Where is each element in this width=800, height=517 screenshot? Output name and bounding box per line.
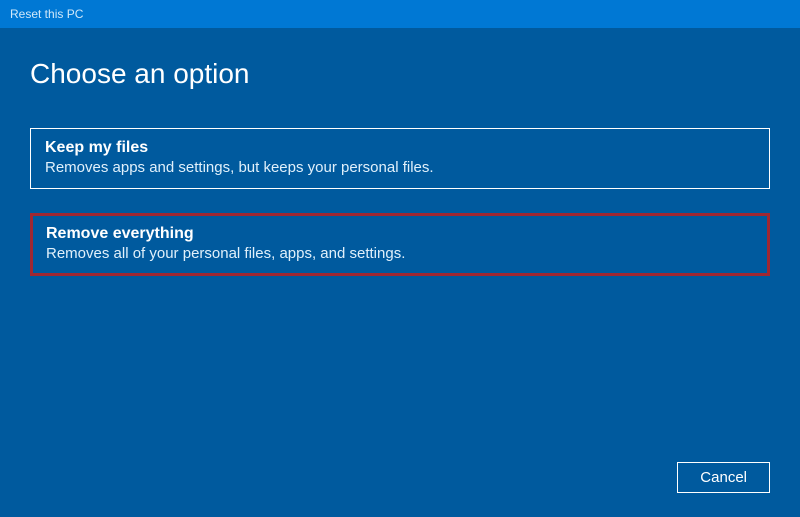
option-keep-my-files[interactable]: Keep my files Removes apps and settings,… [30,128,770,189]
cancel-button[interactable]: Cancel [677,462,770,493]
option-title: Remove everything [46,225,754,243]
option-description: Removes all of your personal files, apps… [46,245,754,262]
titlebar: Reset this PC [0,0,800,28]
footer: Cancel [677,462,770,493]
page-title: Choose an option [30,58,770,90]
option-title: Keep my files [45,139,755,157]
content-area: Choose an option Keep my files Removes a… [0,28,800,276]
window-title: Reset this PC [10,7,83,21]
option-description: Removes apps and settings, but keeps you… [45,159,755,176]
option-remove-everything[interactable]: Remove everything Removes all of your pe… [30,213,770,276]
